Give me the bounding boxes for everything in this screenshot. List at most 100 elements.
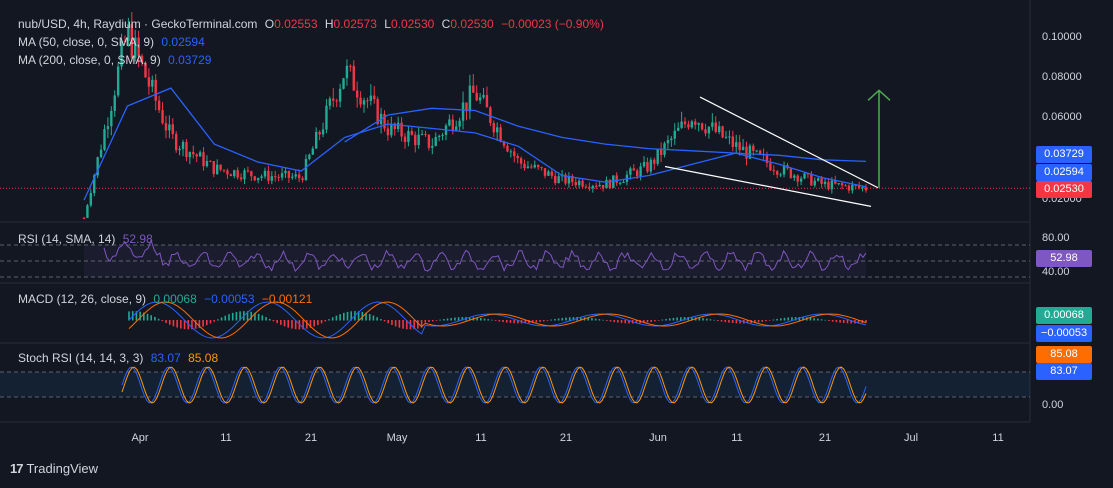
candle-body xyxy=(499,127,502,142)
macd-histogram-bar xyxy=(272,320,275,322)
x-tick: 11 xyxy=(992,432,1004,444)
ma200-legend[interactable]: MA (200, close, 0, SMA, 9) 0.03729 xyxy=(18,53,215,67)
candle-body xyxy=(636,170,639,177)
candle-body xyxy=(168,124,171,131)
candle-body xyxy=(676,127,680,131)
chart-canvas[interactable] xyxy=(0,0,1113,488)
macd-histogram-bar xyxy=(431,320,434,322)
candle-body xyxy=(407,130,410,142)
macd-histogram-bar xyxy=(505,320,508,323)
macd-legend[interactable]: MACD (12, 26, close, 9) 0.00068 −0.00053… xyxy=(18,292,316,306)
candle-body xyxy=(653,159,656,164)
macd-histogram-bar xyxy=(305,320,308,329)
candle-body xyxy=(294,174,297,177)
macd-histogram-bar xyxy=(787,317,790,321)
candle-body xyxy=(369,95,373,101)
macd-histogram-bar xyxy=(343,312,345,321)
macd-histogram-bar xyxy=(268,318,271,321)
candle-body xyxy=(700,123,704,130)
macd-histogram-bar xyxy=(387,320,390,324)
macd-panel[interactable] xyxy=(128,301,867,339)
macd-histogram-bar xyxy=(672,317,675,321)
close-value: 0.02530 xyxy=(450,17,494,31)
macd-histogram-bar xyxy=(402,320,404,329)
macd-histogram-bar xyxy=(368,314,371,321)
macd-histogram-bar xyxy=(205,320,208,326)
candle-body xyxy=(533,164,536,168)
candle-body xyxy=(673,130,676,139)
macd-histogram-bar xyxy=(720,320,723,322)
stoch-legend[interactable]: Stoch RSI (14, 14, 3, 3) 83.07 85.08 xyxy=(18,351,222,365)
candle-body xyxy=(823,181,827,184)
ma50-value: 0.02594 xyxy=(161,35,205,49)
macd-histogram-bar xyxy=(324,320,327,322)
macd-histogram-bar xyxy=(439,319,441,321)
rsi-legend[interactable]: RSI (14, SMA, 14) 52.98 xyxy=(18,232,157,246)
candle-body xyxy=(861,187,864,189)
ma200-price-badge: 0.03729 xyxy=(1036,146,1092,163)
price-tick: 0.06000 xyxy=(1042,111,1082,123)
candle-body xyxy=(263,170,267,177)
macd-histogram-bar xyxy=(780,318,782,321)
macd-histogram-bar xyxy=(846,320,849,324)
macd-histogram-bar xyxy=(613,320,615,323)
macd-histogram-bar xyxy=(594,318,597,321)
candle-body xyxy=(735,142,738,147)
candle-body xyxy=(837,183,840,185)
macd-histogram-bar xyxy=(731,320,734,323)
macd-histogram-bar xyxy=(317,320,319,326)
macd-histogram-bar xyxy=(772,319,775,321)
macd-histogram-bar xyxy=(428,320,430,322)
candle-body xyxy=(687,124,690,128)
low-label: L xyxy=(384,17,391,31)
candle-body xyxy=(349,65,352,67)
candle-body xyxy=(431,146,434,148)
macd-histogram-bar xyxy=(705,318,708,321)
macd-histogram-bar xyxy=(550,319,553,321)
candle-body xyxy=(157,100,161,111)
macd-histogram-bar xyxy=(646,320,649,323)
stoch-panel[interactable] xyxy=(0,366,1030,404)
macd-histogram-bar xyxy=(817,318,819,321)
x-tick: Jun xyxy=(649,432,667,444)
candle-body xyxy=(171,124,174,135)
tradingview-logo-icon: 17 xyxy=(10,461,24,476)
macd-histogram-bar xyxy=(346,311,349,321)
candle-body xyxy=(113,95,116,111)
candle-body xyxy=(704,129,707,134)
ma50-legend[interactable]: MA (50, close, 0, SMA, 9) 0.02594 xyxy=(18,35,209,49)
macd-histogram-bar xyxy=(713,319,715,321)
stoch-d-badge: 85.08 xyxy=(1036,346,1092,363)
stoch-label: Stoch RSI (14, 14, 3, 3) xyxy=(18,351,144,365)
candle-body xyxy=(776,171,779,175)
macd-histogram-bar xyxy=(398,320,401,328)
macd-histogram-bar xyxy=(372,315,375,321)
candle-body xyxy=(198,152,202,157)
macd-histogram-bar xyxy=(442,319,445,321)
stoch-k-badge: 83.07 xyxy=(1036,363,1092,380)
macd-histogram-bar xyxy=(813,318,815,321)
symbol-label[interactable]: nub/USD, 4h, Raydium · GeckoTerminal.com xyxy=(18,17,257,31)
macd-histogram-bar xyxy=(331,317,334,321)
candle-body xyxy=(386,128,390,136)
candle-body xyxy=(810,173,813,186)
macd-histogram-bar xyxy=(539,320,541,322)
macd-histogram-bar xyxy=(557,318,560,321)
candle-body xyxy=(164,123,168,131)
stoch-tick: 0.00 xyxy=(1042,399,1064,411)
macd-hist-value: 0.00068 xyxy=(153,292,197,306)
macd-histogram-bar xyxy=(328,319,330,321)
candle-body xyxy=(516,155,519,159)
macd-histogram-bar xyxy=(335,315,338,321)
candle-body xyxy=(219,164,222,170)
macd-histogram-bar xyxy=(831,320,834,322)
macd-histogram-bar xyxy=(620,320,623,323)
macd-histogram-bar xyxy=(261,315,264,321)
candle-body xyxy=(707,126,711,134)
candle-body xyxy=(441,134,444,136)
ma200-label: MA (200, close, 0, SMA, 9) xyxy=(18,53,161,67)
tradingview-footer[interactable]: 17 TradingView xyxy=(10,461,98,476)
macd-histogram-bar xyxy=(724,320,727,323)
macd-histogram-bar xyxy=(661,319,664,321)
candle-body xyxy=(274,176,277,178)
